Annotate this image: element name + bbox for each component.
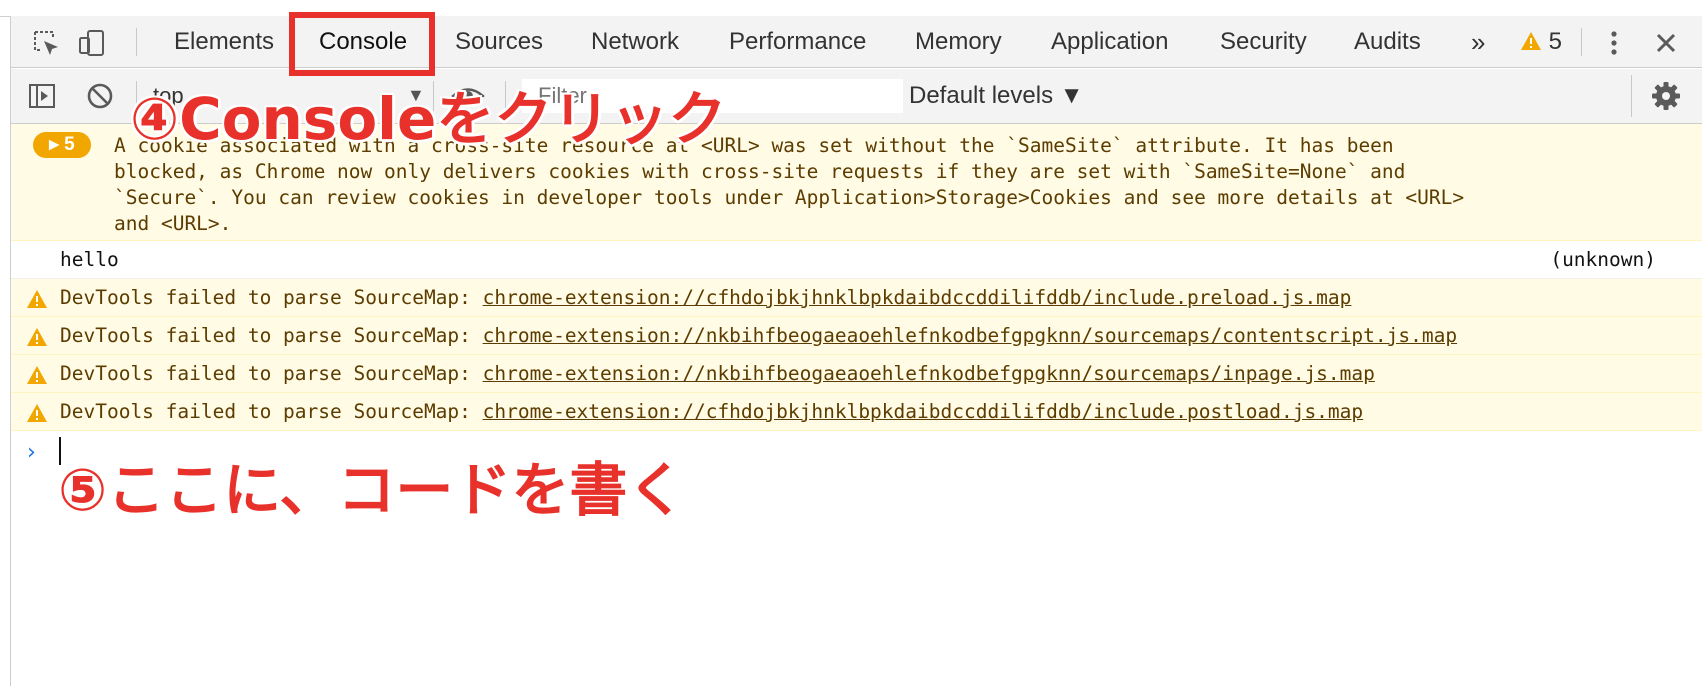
warning-prefix: DevTools failed to parse SourceMap: [60,362,483,385]
step4-annotation: ④Consoleをクリック [130,85,727,153]
sourcemap-link[interactable]: chrome-extension://cfhdojbkjhnklbpkdaibd… [483,286,1352,309]
console-tab-highlight [289,12,435,76]
log-source-link[interactable]: (unknown) [1550,248,1656,271]
warning-prefix: DevTools failed to parse SourceMap: [60,400,483,423]
sourcemap-warning: DevTools failed to parse SourceMap: chro… [11,279,1702,317]
tab-network[interactable]: Network [591,16,679,68]
cookie-line: and <URL>. [114,212,232,235]
log-message: hello (unknown) [11,241,1702,279]
message-group-badge[interactable]: ▸ 5 [33,132,91,158]
log-text: hello [60,248,119,271]
warning-icon [1521,32,1541,50]
tab-elements[interactable]: Elements [174,16,274,68]
warning-prefix: DevTools failed to parse SourceMap: [60,286,483,309]
devtools-tab-bar: Elements Console Sources Network Perform… [11,16,1702,68]
sourcemap-warning: DevTools failed to parse SourceMap: chro… [11,355,1702,393]
warning-icon [27,290,47,308]
warning-icon [27,366,47,384]
sourcemap-link[interactable]: chrome-extension://cfhdojbkjhnklbpkdaibd… [483,400,1364,423]
browser-top-strip [0,0,1702,17]
kebab-menu-icon[interactable] [1599,28,1629,58]
sourcemap-warning: DevTools failed to parse SourceMap: chro… [11,393,1702,431]
inspect-element-icon[interactable] [31,28,61,58]
tab-audits[interactable]: Audits [1354,16,1421,68]
more-tabs-button[interactable]: » [1471,16,1485,68]
tab-performance[interactable]: Performance [729,16,866,68]
warning-count: 5 [1548,28,1563,55]
warning-icon [27,404,47,422]
cookie-line: `Secure`. You can review cookies in deve… [114,186,1465,209]
sourcemap-link[interactable]: chrome-extension://nkbihfbeogaeaoehlefnk… [483,362,1375,385]
tab-security[interactable]: Security [1220,16,1307,68]
close-icon[interactable] [1651,28,1681,58]
tab-application[interactable]: Application [1051,16,1168,68]
step5-annotation: ⑤ここに、コードを書く [58,456,686,524]
default-levels-dropdown[interactable]: Default levels ▼ [909,69,1084,123]
tab-sources[interactable]: Sources [455,16,543,68]
warning-counter[interactable]: 5 [1520,16,1562,68]
warning-prefix: DevTools failed to parse SourceMap: [60,324,483,347]
sourcemap-warning: DevTools failed to parse SourceMap: chro… [11,317,1702,355]
sourcemap-link[interactable]: chrome-extension://nkbihfbeogaeaoehlefnk… [483,324,1457,347]
toolbar-separator [1581,28,1582,56]
clear-console-icon[interactable] [85,81,115,111]
toolbar-separator [136,28,137,56]
sidebar-toggle-icon[interactable] [27,81,57,111]
cookie-line: blocked, as Chrome now only delivers coo… [114,160,1406,183]
tab-memory[interactable]: Memory [915,16,1002,68]
toolbar-separator [1631,75,1632,117]
device-toolbar-icon[interactable] [77,28,107,58]
console-messages: ▸ 5 A cookie associated with a cross-sit… [11,124,1702,431]
console-prompt-caret-icon: › [27,440,36,465]
gear-icon[interactable] [1651,81,1681,111]
warning-icon [27,328,47,346]
